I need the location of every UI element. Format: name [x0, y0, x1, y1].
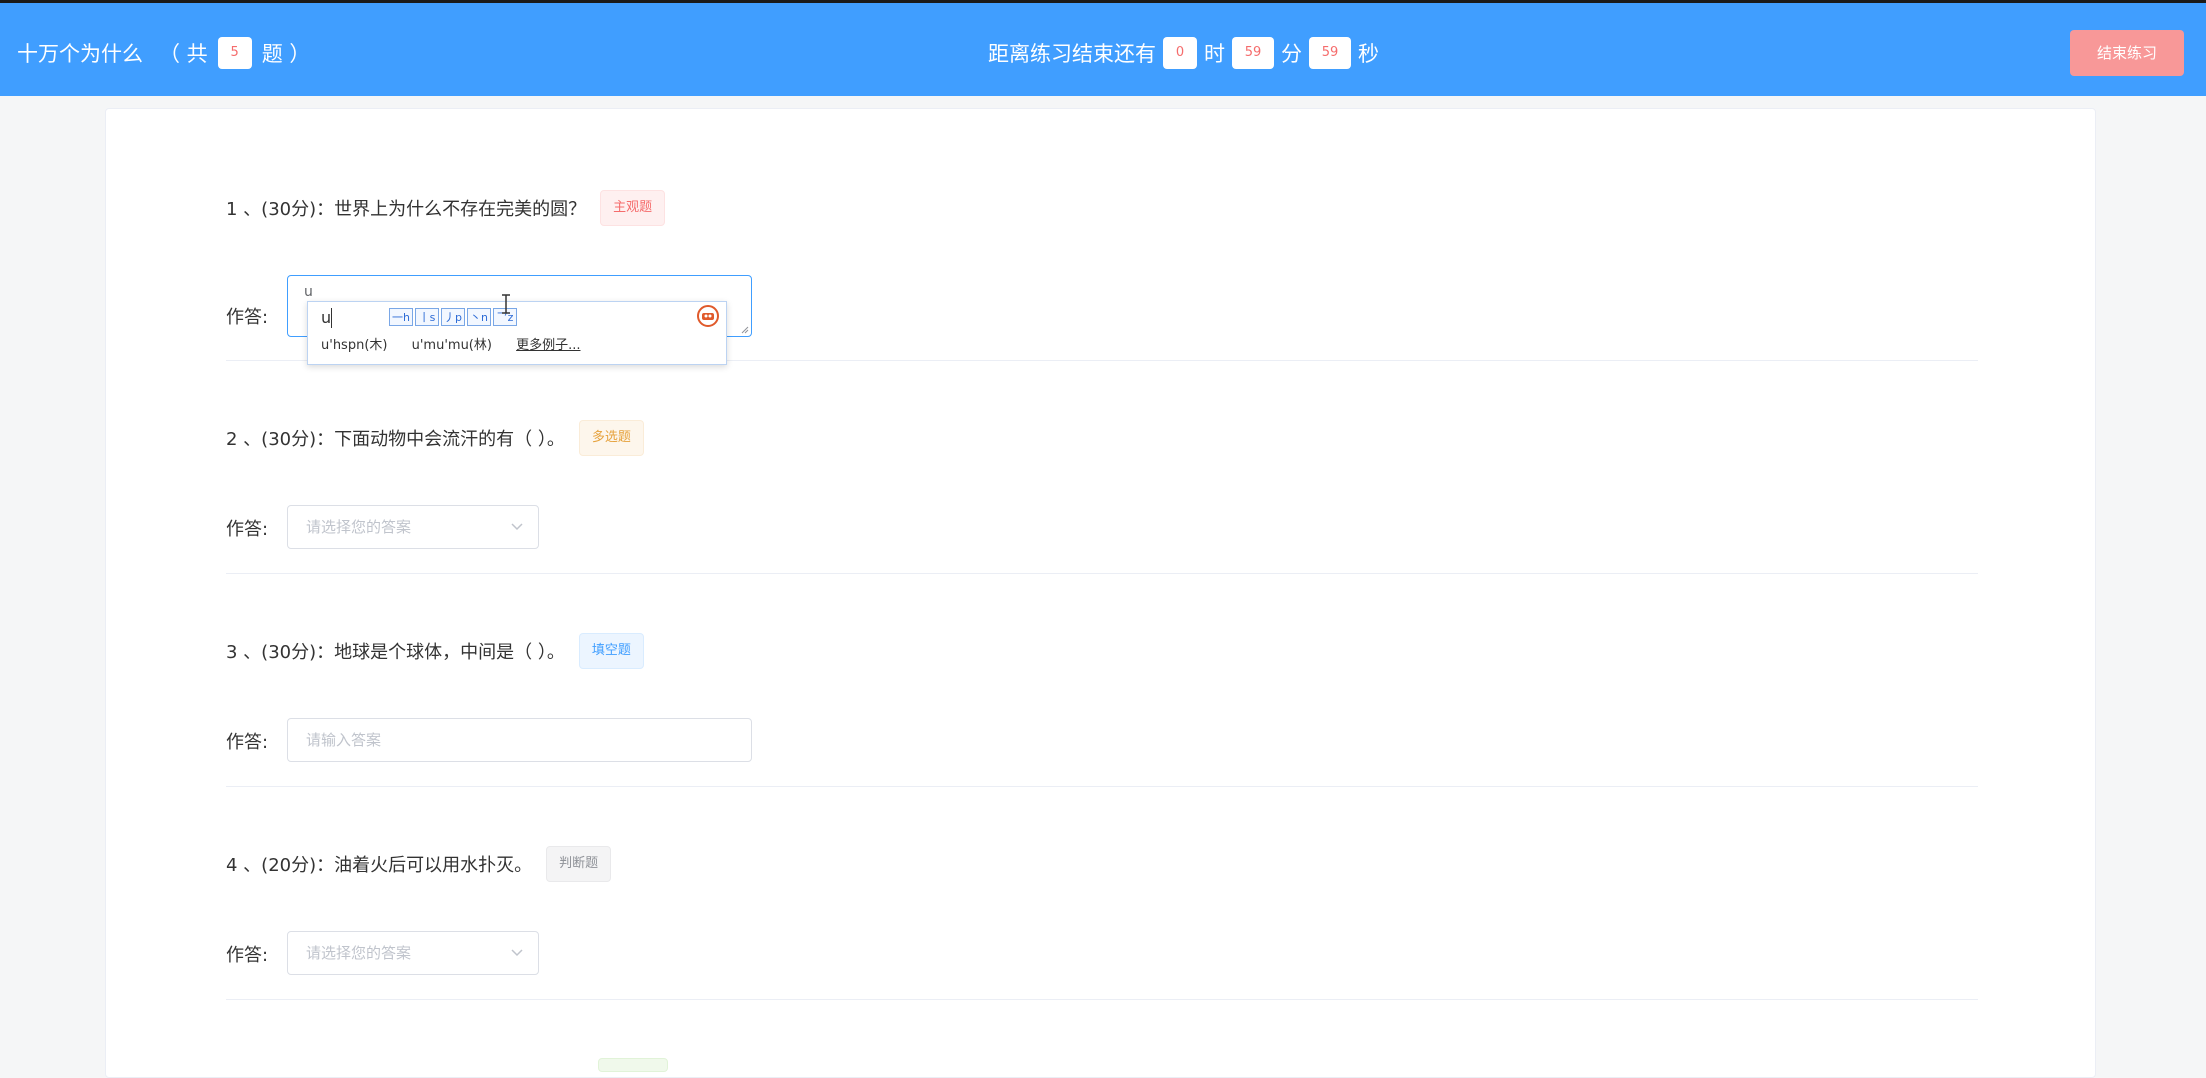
- ime-more-examples-link[interactable]: 更多例子...: [516, 338, 580, 353]
- seconds-box: 59: [1309, 37, 1351, 69]
- question-type-tag: 多选题: [578, 420, 644, 456]
- divider: [226, 573, 1978, 574]
- seconds-unit: 秒: [1358, 42, 1379, 66]
- text-cursor-icon: [502, 294, 510, 314]
- divider: [226, 999, 1978, 1000]
- minutes-box: 59: [1232, 37, 1274, 69]
- ime-caret: [331, 308, 332, 328]
- ime-composition: u: [321, 308, 332, 327]
- hours-unit: 时: [1204, 42, 1225, 66]
- chevron-down-icon: [511, 949, 523, 957]
- resize-handle-icon[interactable]: [739, 324, 749, 334]
- question-2-title: 2 、(30分)：下面动物中会流汗的有（ ）。: [226, 429, 565, 450]
- ime-stroke-shu[interactable]: 丨s: [415, 308, 439, 326]
- question-4-title: 4 、(20分)：油着火后可以用水扑灭。: [226, 855, 533, 876]
- ime-candidates: u'hspn(木) u'mu'mu(林) 更多例子...: [321, 334, 601, 353]
- input-placeholder: 请输入答案: [306, 731, 382, 749]
- ime-stroke-heng[interactable]: 一h: [389, 308, 413, 326]
- question-3-answer-row: 作答: 请输入答案: [226, 718, 826, 768]
- end-practice-button[interactable]: 结束练习: [2070, 30, 2184, 76]
- question-1-title: 1 、(30分)：世界上为什么不存在完美的圆？: [226, 199, 587, 220]
- question-type-tag: 填空题: [578, 633, 644, 669]
- divider: [226, 786, 1978, 787]
- quiz-title-group: 十万个为什么 （ 共 5 题 ）: [17, 37, 310, 69]
- total-prefix: （ 共: [159, 42, 208, 66]
- question-4-answer-select[interactable]: 请选择您的答案: [287, 931, 539, 975]
- ime-stroke-na[interactable]: 丶n: [467, 308, 491, 326]
- minutes-unit: 分: [1281, 42, 1302, 66]
- select-placeholder: 请选择您的答案: [306, 518, 412, 536]
- quiz-title: 十万个为什么: [17, 42, 143, 66]
- question-3-title: 3 、(30分)：地球是个球体，中间是（ ）。: [226, 642, 565, 663]
- ime-candidate-window: u 一h 丨s 丿p 丶n 乛z u'hspn(木) u'mu'mu(林) 更多…: [307, 301, 727, 365]
- ime-candidate-2[interactable]: u'mu'mu(林): [412, 338, 492, 353]
- textarea-value: u: [304, 284, 313, 300]
- next-question-tag: [598, 1058, 668, 1072]
- select-placeholder: 请选择您的答案: [306, 944, 412, 962]
- ime-logo-icon[interactable]: [696, 304, 720, 328]
- question-type-tag: 主观题: [600, 190, 666, 226]
- ime-candidate-1[interactable]: u'hspn(木): [321, 338, 387, 353]
- question-2-answer-select[interactable]: 请选择您的答案: [287, 505, 539, 549]
- countdown-timer: 距离练习结束还有 0 时 59 分 59 秒: [988, 37, 1379, 69]
- answer-label: 作答:: [226, 519, 269, 540]
- answer-label: 作答:: [226, 307, 269, 328]
- top-bar: 十万个为什么 （ 共 5 题 ） 距离练习结束还有 0 时 59 分 59 秒 …: [0, 0, 2206, 96]
- question-type-tag: 判断题: [546, 846, 612, 882]
- total-suffix: 题 ）: [261, 42, 311, 66]
- answer-label: 作答:: [226, 945, 269, 966]
- total-count-badge: 5: [217, 37, 252, 69]
- question-4-title-row: 4 、(20分)：油着火后可以用水扑灭。 判断题: [226, 846, 612, 882]
- question-2-answer-row: 作答: 请选择您的答案: [226, 505, 826, 555]
- hours-box: 0: [1163, 37, 1197, 69]
- answer-label: 作答:: [226, 732, 269, 753]
- question-3-title-row: 3 、(30分)：地球是个球体，中间是（ ）。 填空题: [226, 633, 644, 669]
- ime-stroke-pie[interactable]: 丿p: [441, 308, 465, 326]
- question-3-answer-input[interactable]: 请输入答案: [287, 718, 752, 762]
- question-1-title-row: 1 、(30分)：世界上为什么不存在完美的圆？ 主观题: [226, 190, 666, 226]
- countdown-label: 距离练习结束还有: [988, 42, 1156, 66]
- question-2-title-row: 2 、(30分)：下面动物中会流汗的有（ ）。 多选题: [226, 420, 644, 456]
- question-4-answer-row: 作答: 请选择您的答案: [226, 931, 826, 981]
- chevron-down-icon: [511, 523, 523, 531]
